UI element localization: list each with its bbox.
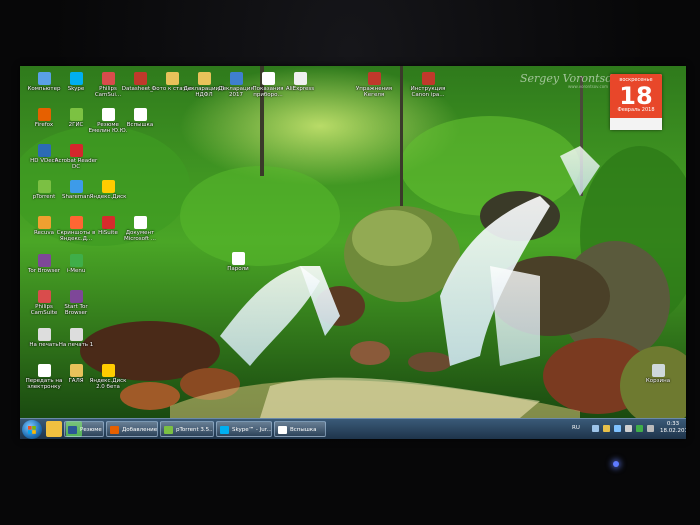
document-icon bbox=[133, 216, 147, 229]
desktop-icon[interactable]: AliExpress bbox=[278, 72, 322, 92]
desktop-icon[interactable]: Инструкция Canon ipa... bbox=[406, 72, 450, 98]
shareman-icon bbox=[69, 180, 83, 193]
camera-icon bbox=[37, 290, 51, 303]
desktop-icon[interactable]: Корзина bbox=[636, 364, 680, 384]
desktop-icon-label: i-Menu bbox=[66, 268, 86, 274]
desktop-icon[interactable]: Start Tor Browser bbox=[54, 290, 98, 316]
desktop-icon-label: Пароли bbox=[227, 266, 249, 272]
desktop-icon[interactable]: i-Menu bbox=[54, 254, 98, 274]
power-led bbox=[613, 461, 619, 467]
desktop-icon-label: Упражнения Кегеля bbox=[355, 86, 393, 98]
skype-icon bbox=[69, 72, 83, 85]
torrent-icon bbox=[37, 180, 51, 193]
document-icon bbox=[37, 364, 51, 377]
clock-time: 0:33 bbox=[666, 421, 680, 427]
clock-date: 18.02.2018 bbox=[660, 428, 686, 434]
folder-icon bbox=[165, 72, 179, 85]
camera-icon bbox=[101, 72, 115, 85]
network-icon[interactable] bbox=[592, 425, 599, 432]
desktop-icon-label: Яндекс.Диск 2.0 бета bbox=[89, 378, 127, 390]
taskbar-button[interactable]: Добавление... bbox=[106, 421, 158, 437]
document-icon bbox=[278, 426, 287, 434]
taskbar-button[interactable]: Резюме Еме... bbox=[64, 421, 104, 437]
computer-icon bbox=[37, 72, 51, 85]
desktop-icon-label: Яндекс.Диск bbox=[89, 194, 127, 200]
pdf-icon bbox=[133, 72, 147, 85]
desktop-icon-label: Acrobat Reader DC bbox=[54, 158, 98, 170]
tor-icon bbox=[37, 254, 51, 267]
desktop-icon-label: Start Tor Browser bbox=[64, 304, 88, 316]
document-icon bbox=[133, 108, 147, 121]
taskbar-button-label: Skype™ - Jur... bbox=[232, 427, 272, 433]
firefox-icon bbox=[37, 108, 51, 121]
desktop-icon[interactable]: Яндекс.Диск bbox=[86, 180, 130, 200]
document-icon bbox=[261, 72, 275, 85]
desktop-icon-label: AliExpress bbox=[285, 86, 315, 92]
document-icon bbox=[231, 252, 245, 265]
taskbar-button-label: Вспышка bbox=[290, 427, 317, 433]
printer-icon bbox=[69, 328, 83, 341]
map-icon bbox=[69, 108, 83, 121]
taskbar-button-label: Резюме Еме... bbox=[80, 427, 103, 433]
action-center-icon[interactable] bbox=[636, 425, 643, 432]
desktop-icon-label: Инструкция Canon ipa... bbox=[410, 86, 446, 98]
desktop-icon-label: На печать 1 bbox=[58, 342, 94, 348]
desktop-icon[interactable]: Документ Microsoft ... bbox=[118, 216, 162, 242]
watermark-url: www.vorontsov.com bbox=[568, 84, 609, 89]
clock[interactable]: 0:33 18.02.2018 bbox=[660, 421, 686, 435]
calendar-month: Февраль 2018 bbox=[617, 107, 655, 113]
display-icon[interactable] bbox=[647, 425, 654, 432]
folder-icon bbox=[69, 364, 83, 377]
desktop-screen: Sergey Vorontsov www.vorontsov.com Компь… bbox=[20, 66, 686, 439]
desktop-icon[interactable]: Acrobat Reader DC bbox=[54, 144, 98, 170]
firefox-icon bbox=[110, 426, 119, 434]
notification-icon[interactable] bbox=[603, 425, 610, 432]
hisuite-icon bbox=[101, 216, 115, 229]
desktop-icon-label: Корзина bbox=[645, 378, 671, 384]
desktop-icon-label: Документ Microsoft ... bbox=[123, 230, 157, 242]
recycle-bin-icon bbox=[651, 364, 665, 377]
desktop-icon[interactable]: Яндекс.Диск 2.0 бета bbox=[86, 364, 130, 390]
app-icon bbox=[229, 72, 243, 85]
pdf-icon bbox=[421, 72, 435, 85]
document-icon bbox=[101, 108, 115, 121]
taskbar-button-label: Добавление... bbox=[122, 427, 158, 433]
printer-icon bbox=[37, 328, 51, 341]
explorer-icon[interactable] bbox=[46, 421, 62, 437]
recuva-icon bbox=[37, 216, 51, 229]
language-indicator[interactable]: RU bbox=[572, 425, 580, 431]
word-icon bbox=[68, 426, 77, 434]
desktop-icon[interactable]: Пароли bbox=[216, 252, 260, 272]
taskbar-button[interactable]: Вспышка bbox=[274, 421, 326, 437]
tor-icon bbox=[69, 290, 83, 303]
menu-icon bbox=[69, 254, 83, 267]
start-button[interactable] bbox=[22, 420, 42, 439]
acrobat-icon bbox=[69, 144, 83, 157]
skype-icon bbox=[220, 426, 229, 434]
cloud-icon bbox=[101, 364, 115, 377]
battery-icon[interactable] bbox=[614, 425, 621, 432]
calendar-day-number: 18 bbox=[619, 82, 653, 110]
video-icon bbox=[37, 144, 51, 157]
taskbar-button-label: pTorrent 3.5... bbox=[176, 427, 214, 433]
desktop-icon[interactable]: На печать 1 bbox=[54, 328, 98, 348]
torrent-icon bbox=[164, 426, 173, 434]
speaker-icon[interactable] bbox=[625, 425, 632, 432]
document-icon bbox=[293, 72, 307, 85]
taskbar-button[interactable]: Skype™ - Jur... bbox=[216, 421, 272, 437]
cloud-icon bbox=[101, 180, 115, 193]
folder-icon bbox=[197, 72, 211, 85]
scissors-icon bbox=[69, 216, 83, 229]
calendar-footer bbox=[610, 118, 662, 130]
windows-logo-icon bbox=[28, 426, 36, 434]
pdf-icon bbox=[367, 72, 381, 85]
taskbar: Резюме Еме... Добавление... pTorrent 3.5..… bbox=[20, 418, 686, 439]
desktop-icon-label: Вспышка bbox=[126, 122, 154, 128]
taskbar-button[interactable]: pTorrent 3.5... bbox=[160, 421, 214, 437]
desktop-icon[interactable]: Вспышка bbox=[118, 108, 162, 128]
calendar-widget[interactable]: воскресенье 18 Февраль 2018 bbox=[610, 74, 662, 130]
calendar-header: воскресенье 18 Февраль 2018 bbox=[610, 74, 662, 118]
desktop-icon[interactable]: Упражнения Кегеля bbox=[352, 72, 396, 98]
